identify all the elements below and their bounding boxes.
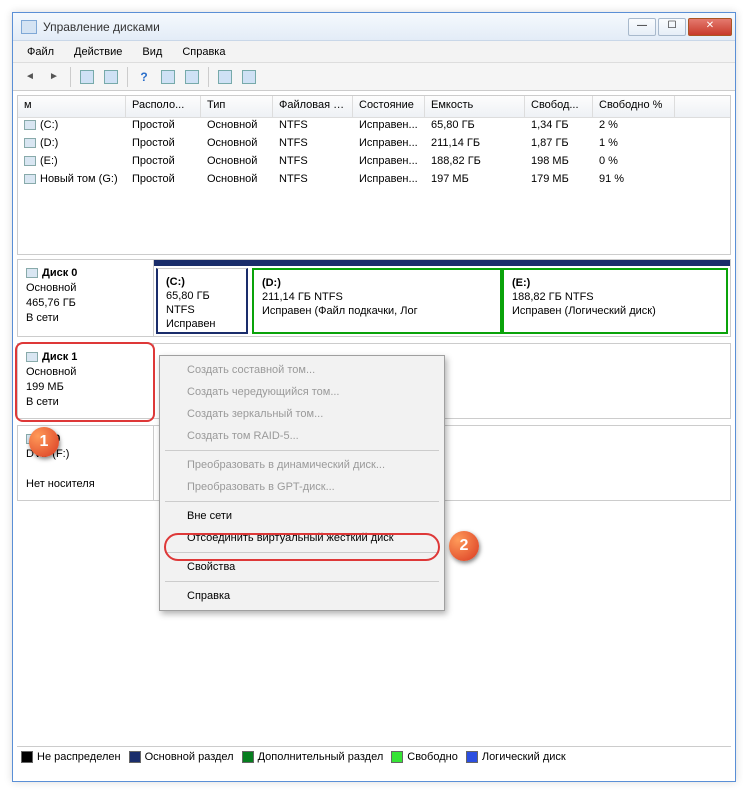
disk-0-row: Диск 0 Основной 465,76 ГБ В сети (C:)65,… bbox=[17, 259, 731, 337]
toolbar bbox=[13, 63, 735, 91]
ctx-convert-dynamic: Преобразовать в динамический диск... bbox=[163, 454, 441, 476]
ctx-create-mirror: Создать зеркальный том... bbox=[163, 403, 441, 425]
toolbar-btn-2[interactable] bbox=[100, 66, 122, 88]
legend-item: Дополнительный раздел bbox=[242, 751, 384, 763]
ctx-offline[interactable]: Вне сети bbox=[163, 505, 441, 527]
volume-row[interactable]: (D:)ПростойОсновнойNTFSИсправен...211,14… bbox=[18, 136, 730, 154]
legend-item: Логический диск bbox=[466, 751, 566, 763]
col-status[interactable]: Состояние bbox=[353, 96, 425, 117]
toolbar-btn-5[interactable] bbox=[214, 66, 236, 88]
window-title: Управление дисками bbox=[43, 20, 628, 34]
legend: Не распределен Основной раздел Дополнитель… bbox=[17, 746, 731, 777]
partition-c[interactable]: (C:)65,80 ГБ NTFSИсправен (Система, Загр… bbox=[156, 268, 248, 334]
ctx-create-striped: Создать чередующийся том... bbox=[163, 381, 441, 403]
menu-view[interactable]: Вид bbox=[132, 43, 172, 61]
menu-action[interactable]: Действие bbox=[64, 43, 132, 61]
ctx-help[interactable]: Справка bbox=[163, 585, 441, 607]
legend-item: Свободно bbox=[391, 751, 458, 763]
col-type[interactable]: Тип bbox=[201, 96, 273, 117]
app-icon bbox=[21, 20, 37, 34]
partition-e[interactable]: (E:)188,82 ГБ NTFSИсправен (Логический д… bbox=[502, 268, 728, 334]
ctx-create-spanned: Создать составной том... bbox=[163, 359, 441, 381]
col-free[interactable]: Свобод... bbox=[525, 96, 593, 117]
volume-row[interactable]: (E:)ПростойОсновнойNTFSИсправен...188,82… bbox=[18, 154, 730, 172]
volume-row[interactable]: Новый том (G:)ПростойОсновнойNTFSИсправе… bbox=[18, 172, 730, 190]
minimize-button[interactable]: — bbox=[628, 18, 656, 36]
menubar: Файл Действие Вид Справка bbox=[13, 41, 735, 63]
disk-0-partitions: (C:)65,80 ГБ NTFSИсправен (Система, Загр… bbox=[154, 260, 730, 336]
forward-button[interactable] bbox=[43, 66, 65, 88]
disk-icon bbox=[26, 352, 38, 362]
menu-help[interactable]: Справка bbox=[172, 43, 235, 61]
ctx-properties[interactable]: Свойства bbox=[163, 556, 441, 578]
close-button[interactable]: ✕ bbox=[688, 18, 732, 36]
menu-file[interactable]: Файл bbox=[17, 43, 64, 61]
toolbar-btn-3[interactable] bbox=[157, 66, 179, 88]
legend-item: Основной раздел bbox=[129, 751, 234, 763]
col-capacity[interactable]: Емкость bbox=[425, 96, 525, 117]
titlebar[interactable]: Управление дисками — ☐ ✕ bbox=[13, 13, 735, 41]
volume-list[interactable]: м Располо... Тип Файловая с... Состояние… bbox=[17, 95, 731, 255]
col-freep[interactable]: Свободно % bbox=[593, 96, 675, 117]
help-icon[interactable] bbox=[133, 66, 155, 88]
partition-d[interactable]: (D:)211,14 ГБ NTFSИсправен (Файл подкачк… bbox=[252, 268, 502, 334]
col-fs[interactable]: Файловая с... bbox=[273, 96, 353, 117]
volume-row[interactable]: (C:)ПростойОсновнойNTFSИсправен...65,80 … bbox=[18, 118, 730, 136]
volume-header-row: м Располо... Тип Файловая с... Состояние… bbox=[18, 96, 730, 118]
ctx-detach-vhd[interactable]: Отсоединить виртуальный жесткий диск bbox=[163, 527, 441, 549]
back-button[interactable] bbox=[19, 66, 41, 88]
col-layout[interactable]: Располо... bbox=[126, 96, 201, 117]
disk-1-info[interactable]: Диск 1 Основной 199 МБ В сети bbox=[18, 344, 154, 418]
toolbar-btn-1[interactable] bbox=[76, 66, 98, 88]
disk-icon bbox=[26, 268, 38, 278]
disk-graphical-view: Диск 0 Основной 465,76 ГБ В сети (C:)65,… bbox=[17, 259, 731, 501]
disk-management-window: Управление дисками — ☐ ✕ Файл Действие В… bbox=[12, 12, 736, 782]
toolbar-btn-4[interactable] bbox=[181, 66, 203, 88]
annotation-marker-1: 1 bbox=[29, 427, 59, 457]
ctx-create-raid5: Создать том RAID-5... bbox=[163, 425, 441, 447]
legend-item: Не распределен bbox=[21, 751, 121, 763]
col-name[interactable]: м bbox=[18, 96, 126, 117]
toolbar-btn-6[interactable] bbox=[238, 66, 260, 88]
ctx-convert-gpt: Преобразовать в GPT-диск... bbox=[163, 476, 441, 498]
context-menu: Создать составной том... Создать чередую… bbox=[159, 355, 445, 611]
disk-0-info[interactable]: Диск 0 Основной 465,76 ГБ В сети bbox=[18, 260, 154, 336]
annotation-marker-2: 2 bbox=[449, 531, 479, 561]
maximize-button[interactable]: ☐ bbox=[658, 18, 686, 36]
